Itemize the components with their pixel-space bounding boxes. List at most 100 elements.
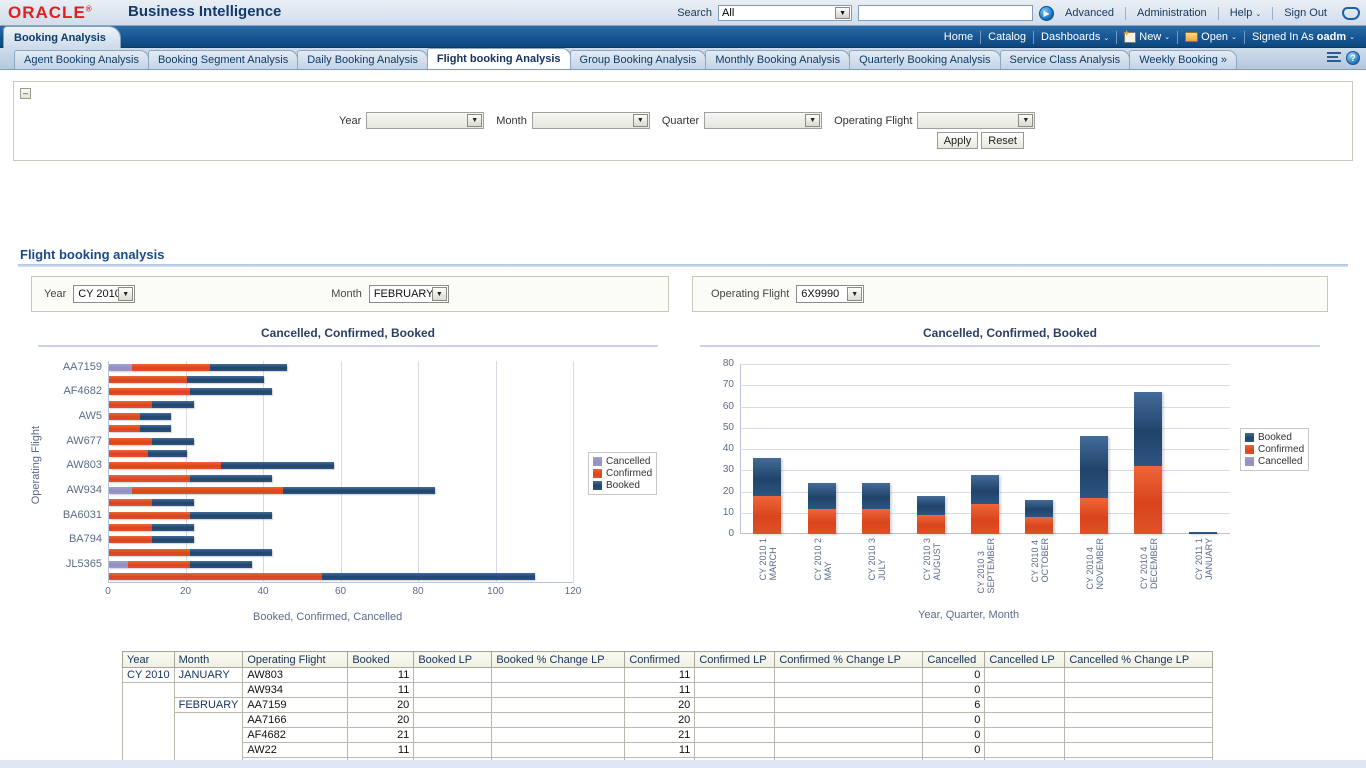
page-options-icon[interactable] [1327, 52, 1341, 64]
column-header-booked[interactable]: Booked [348, 652, 414, 668]
column-header-booked-lp[interactable]: Booked LP [414, 652, 492, 668]
bar-cy-2010-1-march[interactable] [753, 458, 781, 535]
column-header-month[interactable]: Month [174, 652, 243, 668]
bar-AW5[interactable] [109, 413, 171, 420]
month-selector[interactable]: FEBRUARY ▼ [369, 285, 449, 303]
tab-daily-booking-analysis[interactable]: Daily Booking Analysis [297, 50, 428, 69]
column-header-year[interactable]: Year [123, 652, 175, 668]
tab-booking-segment-analysis[interactable]: Booking Segment Analysis [148, 50, 298, 69]
nav-catalog[interactable]: Catalog [981, 31, 1033, 43]
chevron-down-icon[interactable]: ▼ [467, 114, 482, 127]
column-header-cancelled-lp[interactable]: Cancelled LP [985, 652, 1065, 668]
bar-AW934[interactable] [109, 487, 435, 494]
chevron-down-icon[interactable]: ▼ [633, 114, 648, 127]
bar-BA6431[interactable] [109, 524, 194, 531]
legend-item-booked[interactable]: Booked [1245, 432, 1304, 443]
prompt-quarter-select[interactable]: ▼ [704, 112, 822, 129]
table-row[interactable]: AF468221210 [123, 728, 1213, 743]
legend-item-confirmed[interactable]: Confirmed [1245, 444, 1304, 455]
bar-AW22[interactable] [109, 401, 194, 408]
nav-signed-in-as[interactable]: Signed In As oadm⌄ [1245, 31, 1362, 43]
prompt-month-select[interactable]: ▼ [532, 112, 650, 129]
bar-cy-2010-4-december[interactable] [1134, 392, 1162, 534]
user-avatar-icon[interactable] [1342, 7, 1360, 20]
table-row[interactable]: AW93411110 [123, 683, 1213, 698]
nav-home[interactable]: Home [937, 31, 980, 43]
administration-link[interactable]: Administration [1132, 7, 1212, 19]
bar-BA6031[interactable] [109, 512, 272, 519]
prompt-year-select[interactable]: ▼ [366, 112, 484, 129]
operating-flight-selector[interactable]: 6X9990 ▼ [796, 285, 864, 303]
column-header-cancelled-change-lp[interactable]: Cancelled % Change LP [1065, 652, 1213, 668]
tab-agent-booking-analysis[interactable]: Agent Booking Analysis [14, 50, 149, 69]
bar-AF4682[interactable] [109, 388, 272, 395]
column-header-confirmed[interactable]: Confirmed [625, 652, 695, 668]
column-header-booked-change-lp[interactable]: Booked % Change LP [492, 652, 625, 668]
table-row[interactable]: AW2211110 [123, 743, 1213, 758]
column-header-confirmed-change-lp[interactable]: Confirmed % Change LP [775, 652, 923, 668]
x-axis-tick: CY 2010 4NOVEMBER [1085, 538, 1105, 590]
booking-data-table[interactable]: YearMonthOperating FlightBookedBooked LP… [122, 651, 1213, 768]
bar-cy-2010-3-september[interactable] [971, 475, 999, 535]
column-header-cancelled[interactable]: Cancelled [923, 652, 985, 668]
tab-group-booking-analysis[interactable]: Group Booking Analysis [570, 50, 707, 69]
tab-monthly-booking-analysis[interactable]: Monthly Booking Analysis [705, 50, 850, 69]
tab-service-class-analysis[interactable]: Service Class Analysis [1000, 50, 1131, 69]
chevron-down-icon[interactable]: ▼ [805, 114, 820, 127]
search-scope-select[interactable]: All ▼ [718, 5, 852, 21]
bar-JL5375[interactable] [109, 573, 535, 580]
help-icon[interactable]: ? [1346, 51, 1360, 65]
table-row[interactable]: AA716620200 [123, 713, 1213, 728]
nav-open[interactable]: Open⌄ [1178, 31, 1244, 43]
legend-item-cancelled[interactable]: Cancelled [593, 456, 652, 467]
legend-item-confirmed[interactable]: Confirmed [593, 468, 652, 479]
nav-new[interactable]: New⌄ [1117, 31, 1177, 43]
bar-AA7166[interactable] [109, 376, 264, 383]
chevron-down-icon: ⌄ [1103, 35, 1109, 42]
bar-AW803[interactable] [109, 462, 334, 469]
reset-button[interactable]: Reset [981, 132, 1024, 149]
bar-JL5365[interactable] [109, 561, 252, 568]
vertical-stacked-bar-chart[interactable]: 01020304050607080CY 2010 1MARCHCY 2010 2… [700, 356, 1260, 541]
bar-AW6[interactable] [109, 425, 171, 432]
advanced-link[interactable]: Advanced [1060, 7, 1119, 19]
bar-cy-2010-4-october[interactable] [1025, 500, 1053, 534]
bar-AW677[interactable] [109, 438, 194, 445]
legend-item-cancelled[interactable]: Cancelled [1245, 456, 1304, 467]
bar-cy-2010-4-november[interactable] [1080, 436, 1108, 534]
legend-item-booked[interactable]: Booked [593, 480, 652, 491]
apply-button[interactable]: Apply [937, 132, 979, 149]
tab-flight-booking-analysis[interactable]: Flight booking Analysis [427, 48, 571, 69]
bar-cy-2010-2-may[interactable] [808, 483, 836, 534]
bar-BA794[interactable] [109, 536, 194, 543]
bar-AW8345[interactable] [109, 475, 272, 482]
bar-AW9373[interactable] [109, 499, 194, 506]
chevron-down-icon[interactable]: ▼ [847, 287, 862, 301]
column-header-confirmed-lp[interactable]: Confirmed LP [695, 652, 775, 668]
table-row[interactable]: CY 2010JANUARYAW80311110 [123, 668, 1213, 683]
bar-cy-2010-3-july[interactable] [862, 483, 890, 534]
prompt-operating-flight-select[interactable]: ▼ [917, 112, 1035, 129]
bar-cy-2011-1-january[interactable] [1189, 532, 1217, 534]
horizontal-stacked-bar-chart[interactable]: 020406080100120AA7159AF4682AW5AW677AW803… [38, 353, 658, 623]
bar-cy-2010-3-august[interactable] [917, 496, 945, 534]
dashboard-tab-booking-analysis[interactable]: Booking Analysis [3, 26, 121, 48]
bar-AW6832[interactable] [109, 450, 187, 457]
chevron-down-icon[interactable]: ▼ [835, 7, 850, 19]
year-selector[interactable]: CY 2010 ▼ [73, 285, 135, 303]
bar-JL5364[interactable] [109, 549, 272, 556]
column-header-operating-flight[interactable]: Operating Flight [243, 652, 348, 668]
chevron-down-icon[interactable]: ▼ [118, 287, 133, 301]
sign-out-link[interactable]: Sign Out [1279, 7, 1332, 19]
chevron-down-icon[interactable]: ▼ [432, 287, 447, 301]
table-row[interactable]: FEBRUARYAA715920206 [123, 698, 1213, 713]
search-go-icon[interactable]: ▶ [1039, 6, 1054, 21]
nav-dashboards[interactable]: Dashboards⌄ [1034, 31, 1116, 43]
search-input[interactable] [858, 5, 1033, 21]
bar-AA7159[interactable] [109, 364, 287, 371]
help-menu[interactable]: Help⌄ [1225, 7, 1267, 19]
chevron-down-icon[interactable]: ▼ [1018, 114, 1033, 127]
tab-weekly-booking[interactable]: Weekly Booking » [1129, 50, 1237, 69]
collapse-icon[interactable]: – [20, 88, 31, 99]
tab-quarterly-booking-analysis[interactable]: Quarterly Booking Analysis [849, 50, 1000, 69]
